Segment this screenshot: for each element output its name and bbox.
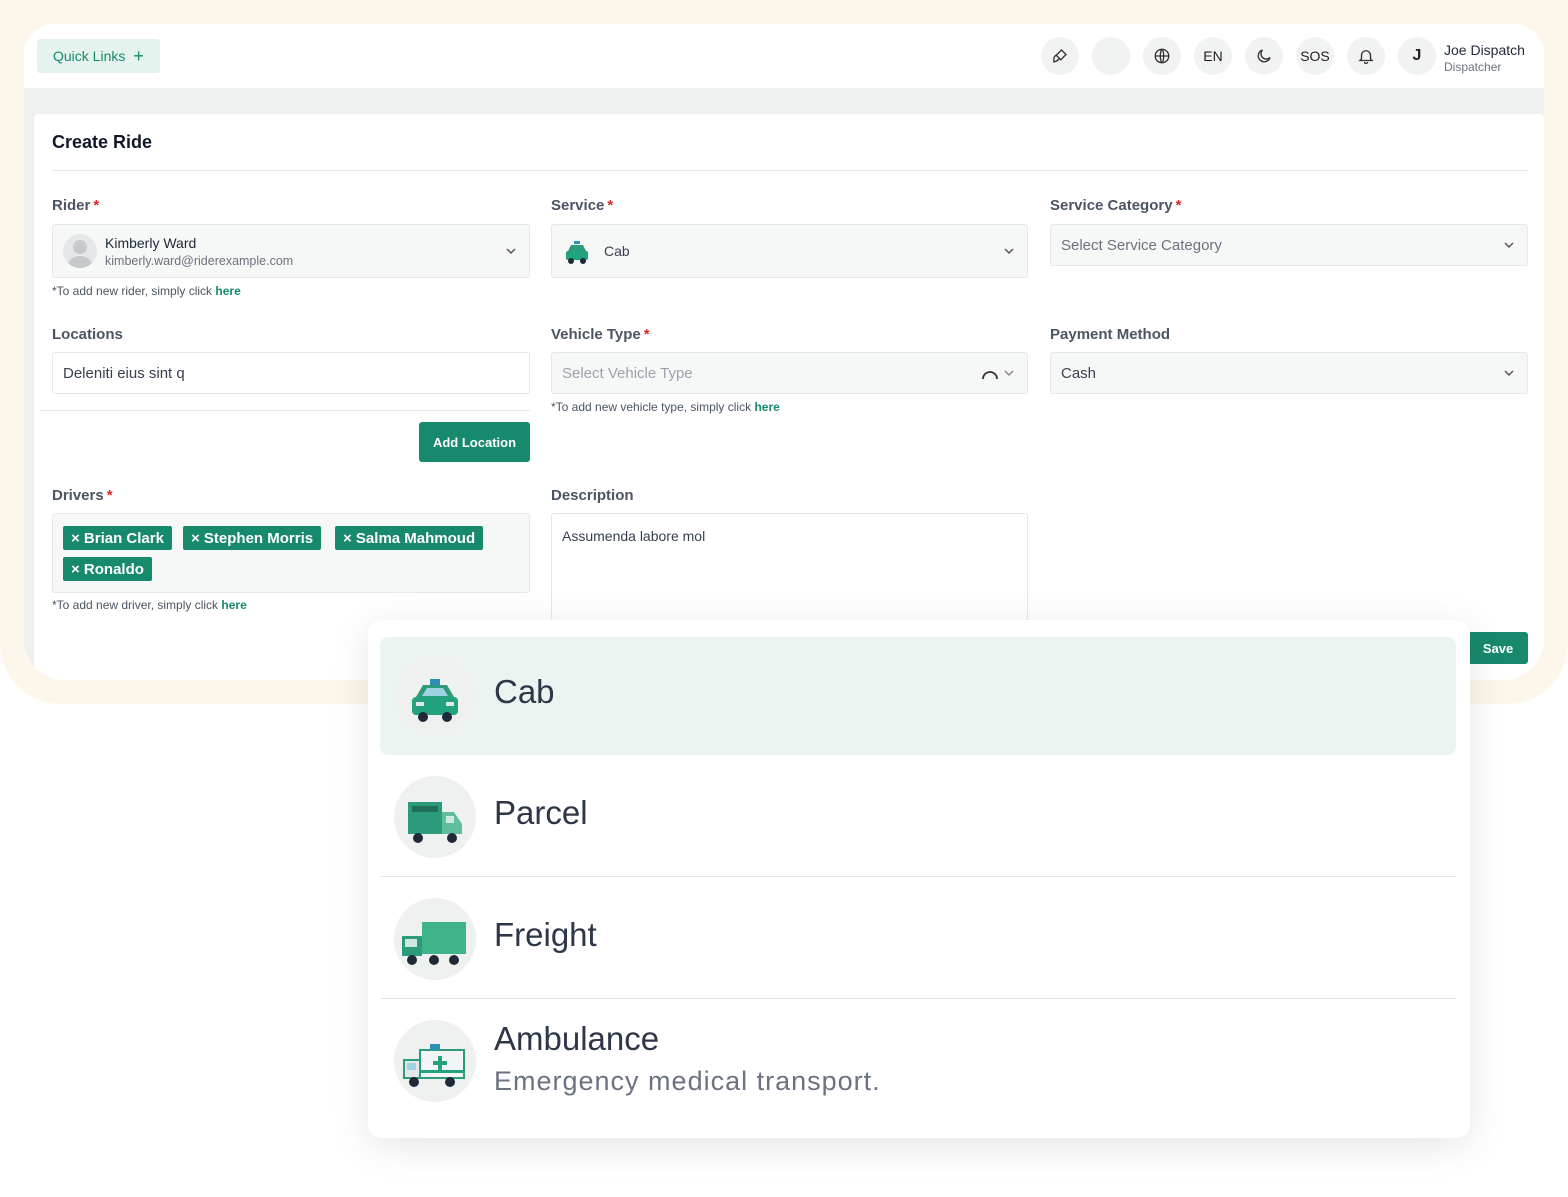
service-option-parcel[interactable]: Parcel (380, 758, 1456, 876)
add-driver-link[interactable]: here (221, 598, 246, 612)
topbar: Quick Links + EN SOS J Joe Dispatch Disp… (24, 24, 1544, 88)
description-textarea[interactable]: Assumenda labore mol (551, 513, 1028, 621)
service-category-label: Service Category * (1050, 197, 1182, 214)
page-title: Create Ride (52, 132, 153, 152)
add-vehicle-type-link[interactable]: here (754, 400, 779, 414)
quick-links-label: Quick Links (53, 48, 126, 64)
language-button[interactable]: EN (1194, 37, 1232, 75)
service-value: Cab (604, 243, 630, 259)
parcel-truck-icon (394, 776, 476, 858)
freight-truck-icon (394, 898, 476, 980)
cab-icon (566, 241, 588, 264)
location-divider (40, 410, 530, 411)
add-rider-link[interactable]: here (215, 284, 240, 298)
description-label: Description (551, 487, 634, 504)
blank-toolbar-button[interactable] (1092, 37, 1130, 75)
user-name[interactable]: Joe Dispatch (1444, 42, 1525, 58)
service-option-freight[interactable]: Freight (380, 880, 1456, 998)
chevron-down-icon (1004, 370, 1014, 377)
add-location-button[interactable]: Add Location (419, 422, 530, 462)
driver-tag[interactable]: × Salma Mahmoud (335, 526, 484, 550)
plus-icon: + (133, 46, 144, 66)
service-category-select[interactable]: Select Service Category (1050, 224, 1528, 266)
paint-brush-button[interactable] (1041, 37, 1079, 75)
rider-email: kimberly.ward@riderexample.com (105, 254, 294, 268)
driver-tag[interactable]: × Ronaldo (63, 557, 152, 581)
create-ride-card: Create Ride Rider * Kimberly Ward kimberl… (34, 114, 1544, 680)
rider-select[interactable]: Kimberly Ward kimberly.ward@riderexample… (52, 224, 530, 278)
chevron-down-icon (506, 248, 516, 255)
moon-icon (1257, 49, 1271, 63)
user-role: Dispatcher (1444, 60, 1502, 74)
brush-icon (1053, 49, 1067, 63)
user-avatar[interactable]: J (1398, 37, 1436, 75)
description-value: Assumenda labore mol (562, 528, 706, 544)
option-divider (380, 876, 1456, 877)
app-window: Quick Links + EN SOS J Joe Dispatch Disp… (24, 24, 1544, 680)
service-label: Service * (551, 197, 614, 214)
vehicle-type-hint: *To add new vehicle type, simply click h… (551, 400, 780, 414)
rider-label: Rider * (52, 197, 100, 214)
save-button[interactable]: Save (1468, 632, 1528, 664)
bell-icon (1358, 50, 1374, 65)
service-option-label: Ambulance (494, 1020, 660, 1057)
driver-tag[interactable]: × Stephen Morris (183, 526, 322, 550)
divider (52, 170, 1528, 171)
globe-icon (1154, 48, 1170, 64)
drivers-hint: *To add new driver, simply click here (52, 598, 247, 612)
loading-spinner-icon (982, 371, 998, 380)
globe-button[interactable] (1143, 37, 1181, 75)
dark-mode-button[interactable] (1245, 37, 1283, 75)
location-input[interactable]: Deleniti eius sint q (52, 352, 530, 394)
vehicle-type-select[interactable]: Select Vehicle Type (551, 352, 1028, 394)
quick-links-button[interactable]: Quick Links + (37, 39, 160, 73)
service-option-description: Emergency medical transport. (494, 1066, 881, 1096)
chevron-down-icon (1004, 248, 1014, 255)
service-select[interactable]: Cab (551, 224, 1028, 278)
chevron-down-icon (1504, 242, 1514, 249)
service-option-label: Parcel (494, 794, 588, 831)
location-value: Deleniti eius sint q (63, 365, 185, 382)
vehicle-type-label: Vehicle Type * (551, 326, 650, 343)
rider-name: Kimberly Ward (105, 235, 197, 251)
rider-hint: *To add new rider, simply click here (52, 284, 241, 298)
driver-tag[interactable]: × Brian Clark (63, 526, 172, 550)
option-divider (380, 998, 1456, 999)
sos-button[interactable]: SOS (1296, 37, 1334, 75)
vehicle-type-placeholder: Select Vehicle Type (562, 365, 693, 382)
payment-method-value: Cash (1061, 365, 1097, 382)
chevron-down-icon (1504, 370, 1514, 377)
locations-label: Locations (52, 326, 123, 343)
rider-avatar (63, 234, 97, 268)
payment-method-label: Payment Method (1050, 326, 1171, 343)
drivers-multiselect[interactable]: × Brian Clark × Stephen Morris × Salma M… (52, 513, 530, 593)
notifications-button[interactable] (1347, 37, 1385, 75)
ambulance-icon (394, 1020, 476, 1102)
service-option-label: Cab (494, 673, 555, 710)
service-option-ambulance[interactable]: Ambulance Emergency medical transport. (380, 1002, 1456, 1120)
payment-method-select[interactable]: Cash (1050, 352, 1528, 394)
service-option-cab[interactable]: Cab (380, 637, 1456, 755)
drivers-label: Drivers * (52, 487, 113, 504)
service-category-placeholder: Select Service Category (1061, 237, 1222, 254)
service-option-label: Freight (494, 916, 597, 953)
service-dropdown-menu: Cab Parcel Freight Ambulance Emergency m… (368, 620, 1470, 1138)
cab-icon (394, 655, 476, 737)
